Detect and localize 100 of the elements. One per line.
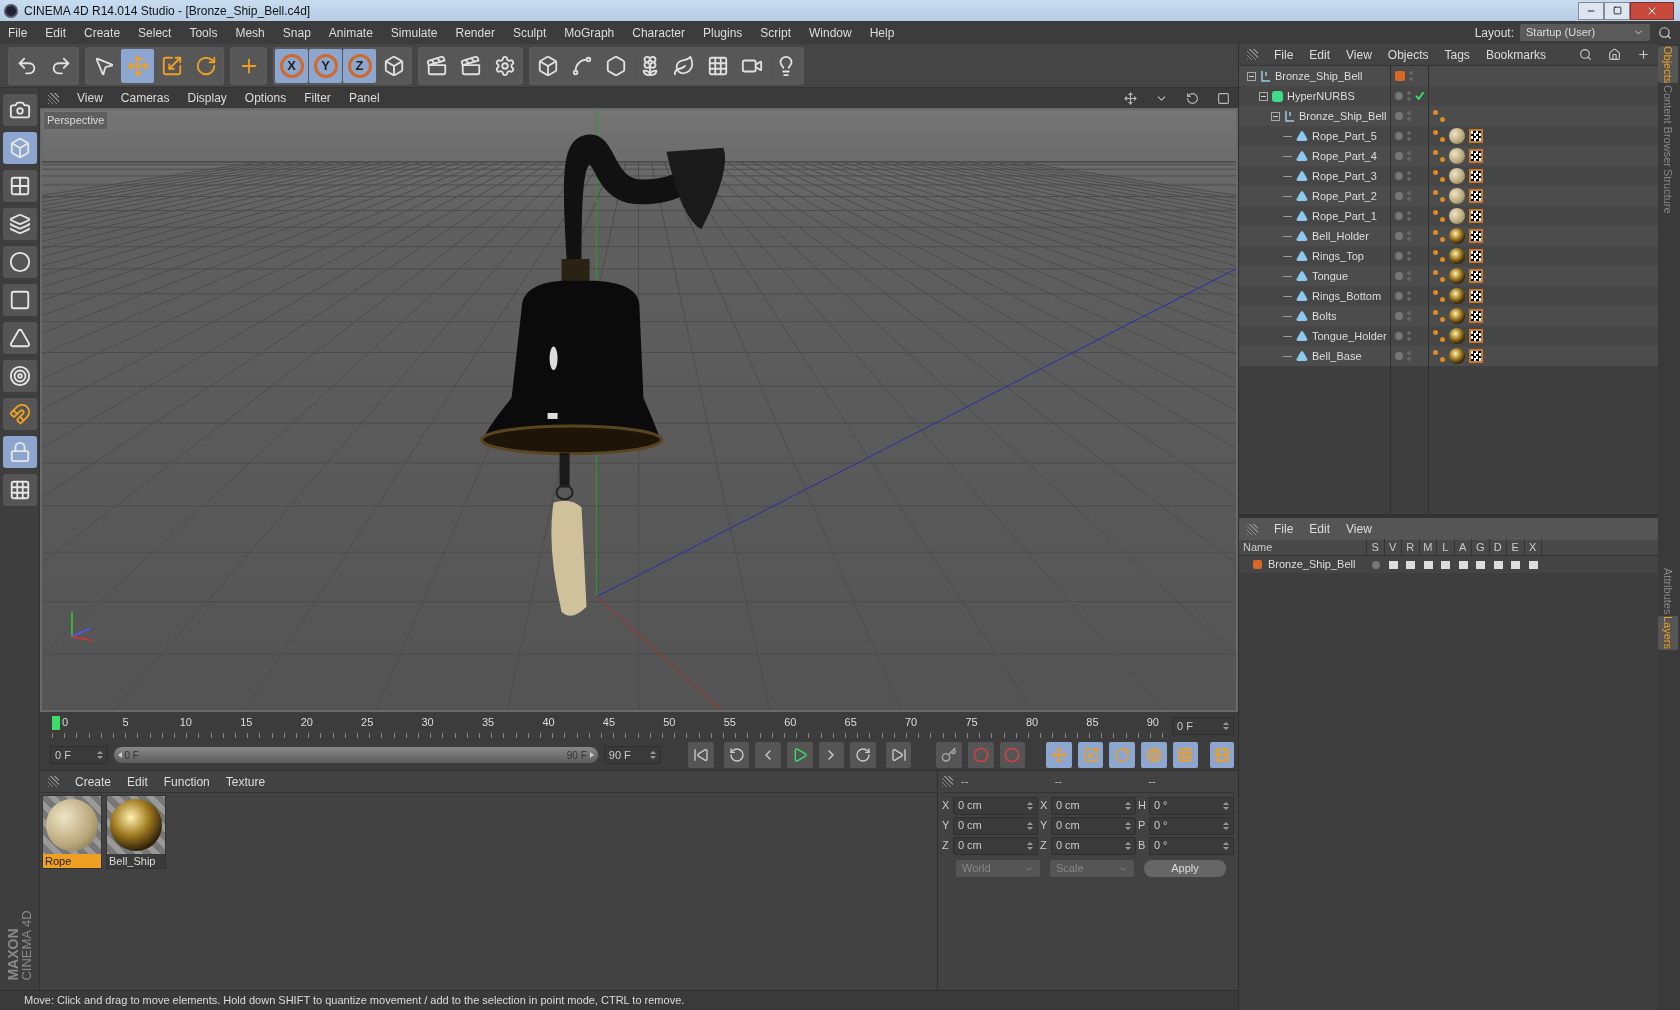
playback-button[interactable] — [850, 742, 876, 768]
phong-tag-icon[interactable] — [1433, 250, 1445, 262]
timeline-ruler[interactable]: 0 5 10 15 20 25 30 35 40 45 50 55 60 65 70 75 80 85 90 — [52, 714, 1166, 738]
tree-row[interactable]: Bolts — [1239, 306, 1658, 326]
toolbar-button[interactable]: Z — [343, 48, 376, 83]
input-field[interactable]: 0 cm — [952, 836, 1038, 855]
expand-toggle[interactable] — [1271, 111, 1280, 121]
menu-item[interactable]: Panel — [348, 89, 380, 107]
menu-item[interactable]: Plugins — [702, 23, 743, 42]
menu-item[interactable]: Edit — [1309, 45, 1331, 64]
rotate-icon[interactable] — [1186, 91, 1199, 105]
phong-tag-icon[interactable] — [1433, 330, 1445, 342]
material-tag-icon[interactable] — [1449, 248, 1465, 264]
material-tag-icon[interactable] — [1449, 228, 1465, 244]
menu-item[interactable]: Snap — [282, 23, 311, 42]
input-field[interactable]: 0 cm — [1050, 796, 1136, 815]
tree-row[interactable]: Bell_Base — [1239, 346, 1658, 366]
tree-row[interactable]: Rings_Top — [1239, 246, 1658, 266]
render-dots-icon[interactable] — [1407, 171, 1411, 181]
search-icon[interactable] — [1658, 25, 1672, 40]
mode-button[interactable] — [2, 474, 37, 506]
menu-item[interactable]: File — [8, 23, 28, 42]
toolbar-button[interactable]: Y — [309, 48, 342, 83]
menu-item[interactable]: Simulate — [390, 23, 438, 42]
tree-row[interactable]: Rings_Bottom — [1239, 286, 1658, 306]
mode-button[interactable] — [2, 94, 37, 126]
restore-button[interactable] — [1604, 1, 1630, 20]
move-icon[interactable] — [1124, 91, 1137, 105]
input-field[interactable]: 0 F — [1172, 717, 1234, 735]
material-swatch[interactable]: Rope — [42, 795, 102, 869]
menu-item[interactable]: Mesh — [235, 23, 265, 42]
tree-row[interactable]: Rope_Part_2 — [1239, 186, 1658, 206]
tree-row[interactable]: Rope_Part_5 — [1239, 126, 1658, 146]
menu-item[interactable]: Function — [163, 772, 210, 791]
render-dots-icon[interactable] — [1407, 211, 1411, 221]
phong-tag-icon[interactable] — [1433, 210, 1445, 222]
expand-toggle[interactable] — [1247, 71, 1256, 81]
home-icon[interactable] — [1608, 48, 1621, 61]
toolbar-button[interactable] — [121, 48, 154, 83]
apply-button[interactable]: Apply — [1144, 860, 1226, 877]
menu-item[interactable]: Objects — [1387, 45, 1429, 64]
render-dots-icon[interactable] — [1407, 331, 1411, 341]
record-button[interactable] — [936, 742, 962, 768]
toolbar-button[interactable]: X — [275, 48, 308, 83]
material-tag-icon[interactable] — [1449, 328, 1465, 344]
close-button[interactable] — [1630, 1, 1674, 20]
tree-row[interactable]: Bronze_Ship_Bell — [1239, 106, 1658, 126]
texture-tag-icon[interactable] — [1469, 129, 1483, 143]
render-dots-icon[interactable] — [1407, 131, 1411, 141]
menu-item[interactable]: Display — [187, 89, 227, 107]
texture-tag-icon[interactable] — [1469, 329, 1483, 343]
playback-button[interactable] — [818, 742, 845, 768]
menu-item[interactable]: Sculpt — [512, 23, 547, 42]
input-field[interactable]: 0 cm — [1050, 816, 1136, 835]
phong-tag-icon[interactable] — [1433, 290, 1445, 302]
texture-tag-icon[interactable] — [1469, 229, 1483, 243]
menu-item[interactable]: Edit — [45, 23, 67, 42]
mode-button[interactable] — [2, 436, 37, 468]
input-field[interactable]: 0 cm — [1050, 836, 1136, 855]
mode-button[interactable] — [2, 170, 37, 202]
input-field[interactable]: 0 ° — [1148, 796, 1234, 815]
input-field[interactable]: 0 cm — [952, 816, 1038, 835]
menu-item[interactable]: Texture — [225, 772, 266, 791]
mode-button[interactable] — [2, 208, 37, 240]
menu-item[interactable]: Help — [869, 23, 895, 42]
menu-item[interactable]: Render — [455, 23, 495, 42]
mode-button[interactable] — [2, 360, 37, 392]
tree-row[interactable]: Tongue — [1239, 266, 1658, 286]
material-tag-icon[interactable] — [1449, 188, 1465, 204]
menu-item[interactable]: Select — [138, 23, 172, 42]
input-field[interactable]: 0 cm — [952, 796, 1038, 815]
tree-row[interactable]: Bell_Holder — [1239, 226, 1658, 246]
material-swatch[interactable]: Bell_Ship — [106, 795, 166, 869]
input-field[interactable]: 0 ° — [1148, 836, 1234, 855]
phong-tag-icon[interactable] — [1433, 350, 1445, 362]
minimize-button[interactable] — [1578, 1, 1604, 20]
layer-row[interactable]: Bronze_Ship_Bell — [1239, 556, 1658, 573]
playback-button[interactable] — [885, 742, 912, 768]
texture-tag-icon[interactable] — [1469, 349, 1483, 363]
menu-item[interactable]: Create — [84, 23, 121, 42]
tree-row[interactable]: Rope_Part_1 — [1239, 206, 1658, 226]
playhead-marker[interactable] — [52, 716, 60, 730]
material-tag-icon[interactable] — [1449, 268, 1465, 284]
menu-item[interactable]: Cameras — [120, 89, 170, 107]
phong-tag-icon[interactable] — [1433, 230, 1445, 242]
menu-item[interactable]: Edit — [127, 772, 148, 791]
texture-tag-icon[interactable] — [1469, 209, 1483, 223]
menu-item[interactable]: File — [1274, 45, 1294, 64]
input-field[interactable]: 0 ° — [1148, 816, 1234, 835]
key-filter-button[interactable] — [1109, 742, 1136, 768]
menu-item[interactable]: Create — [75, 772, 112, 791]
menu-item[interactable]: Animate — [328, 23, 373, 42]
menu-item[interactable]: Tags — [1444, 45, 1470, 64]
texture-tag-icon[interactable] — [1469, 289, 1483, 303]
phong-tag-icon[interactable] — [1433, 310, 1445, 322]
mode-button[interactable] — [2, 284, 37, 316]
side-tab[interactable]: Layers — [1658, 616, 1678, 650]
menu-item[interactable]: MoGraph — [564, 23, 615, 42]
tree-row[interactable]: HyperNURBS — [1239, 86, 1658, 106]
phong-tag-icon[interactable] — [1433, 150, 1445, 162]
